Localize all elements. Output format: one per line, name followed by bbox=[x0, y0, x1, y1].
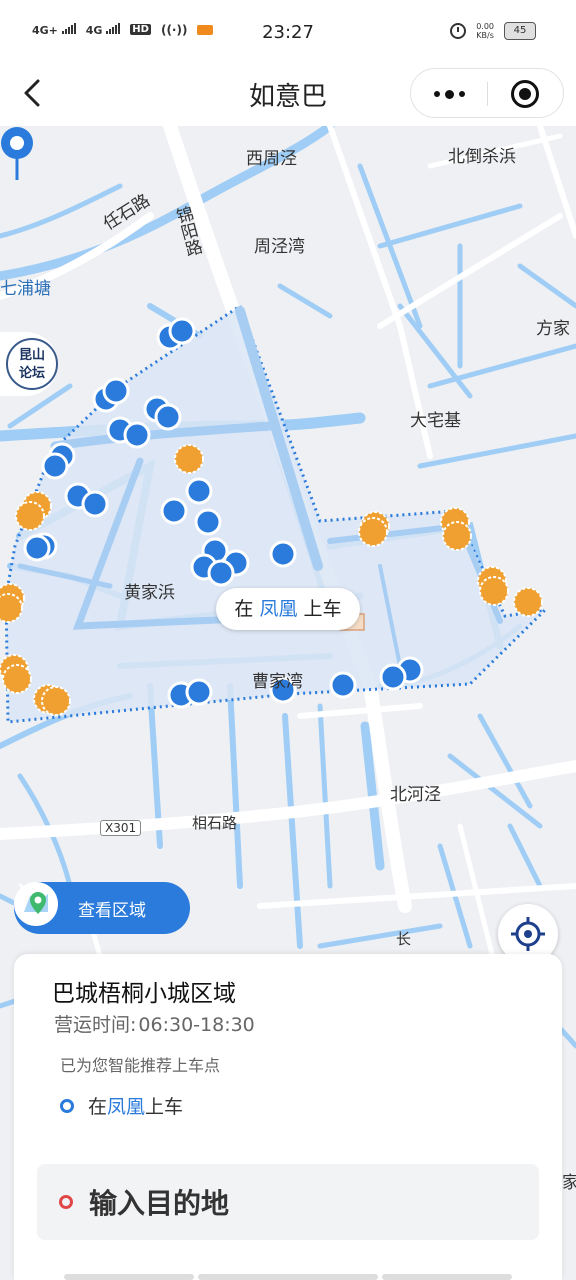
pickup-point-bubble[interactable]: 在 凤凰 上车 bbox=[216, 588, 360, 630]
destination-dot-icon bbox=[59, 1195, 73, 1209]
destination-placeholder: 输入目的地 bbox=[89, 1187, 230, 1220]
bottom-indicator bbox=[64, 1274, 194, 1280]
map-pin-icon bbox=[1, 127, 33, 180]
road-label: 相石路 bbox=[192, 814, 238, 832]
capsule-divider bbox=[487, 82, 488, 106]
place-label: 曹家湾 bbox=[252, 672, 303, 692]
view-area-label: 查看区域 bbox=[78, 901, 146, 921]
speed-unit: KB/s bbox=[476, 31, 494, 40]
hours-value: 06:30-18:30 bbox=[138, 1014, 255, 1036]
bubble-suffix: 上车 bbox=[303, 598, 342, 620]
zone-info-card: 巴城梧桐小城区域 营运时间: 06:30-18:30 已为您智能推荐上车点 在凤凰… bbox=[14, 954, 562, 1280]
chevron-right-icon bbox=[18, 883, 32, 905]
place-label: 西周泾 bbox=[246, 149, 297, 169]
pickup-station: 凤凰 bbox=[107, 1096, 146, 1118]
network-speed: 0.00 KB/s bbox=[476, 22, 494, 40]
water-label: 七浦塘 bbox=[0, 279, 51, 299]
pickup-prefix: 在 bbox=[88, 1096, 108, 1118]
road-number-badge: X301 bbox=[100, 820, 142, 836]
view-area-button[interactable]: 查看区域 bbox=[14, 882, 190, 934]
bubble-prefix: 在 bbox=[234, 598, 254, 620]
place-label: 周泾湾 bbox=[254, 237, 305, 257]
battery-icon: 45 bbox=[504, 22, 536, 40]
bubble-station: 凤凰 bbox=[259, 598, 298, 620]
status-right: 0.00 KB/s 45 bbox=[450, 22, 536, 40]
place-label: 家 bbox=[562, 1173, 576, 1193]
pickup-suffix: 上车 bbox=[145, 1096, 184, 1118]
zone-name: 巴城梧桐小城区域 bbox=[52, 981, 236, 1007]
forum-logo: 昆山 论坛 bbox=[6, 338, 58, 390]
operating-hours: 营运时间: 06:30-18:30 bbox=[52, 1010, 255, 1037]
place-label: 北倒杀浜 bbox=[448, 147, 516, 167]
place-label: 方家 bbox=[536, 319, 570, 339]
pickup-point-row[interactable]: 在凤凰 上车 bbox=[60, 1092, 183, 1119]
recommend-text: 已为您智能推荐上车点 bbox=[60, 1056, 221, 1075]
road-label: 长 bbox=[396, 930, 412, 948]
place-label: 大宅基 bbox=[410, 411, 461, 431]
bottom-indicator bbox=[198, 1274, 378, 1280]
bottom-indicator bbox=[382, 1274, 512, 1280]
more-dots-icon[interactable] bbox=[411, 69, 487, 119]
hours-label: 营运时间: bbox=[54, 1014, 137, 1036]
pickup-dot-icon bbox=[60, 1098, 74, 1113]
place-label: 黄家浜 bbox=[124, 583, 175, 603]
mini-program-capsule bbox=[410, 68, 564, 118]
target-close-icon[interactable] bbox=[511, 80, 539, 108]
speed-value: 0.00 bbox=[476, 22, 494, 31]
alarm-icon bbox=[450, 23, 467, 39]
destination-input[interactable]: 输入目的地 bbox=[37, 1164, 539, 1240]
place-label: 北河泾 bbox=[390, 785, 441, 805]
nav-bar: 如意巴 bbox=[0, 62, 576, 126]
status-bar: 4G+ 4G HD ((·)) 23:27 0.00 KB/s 45 bbox=[0, 0, 576, 62]
